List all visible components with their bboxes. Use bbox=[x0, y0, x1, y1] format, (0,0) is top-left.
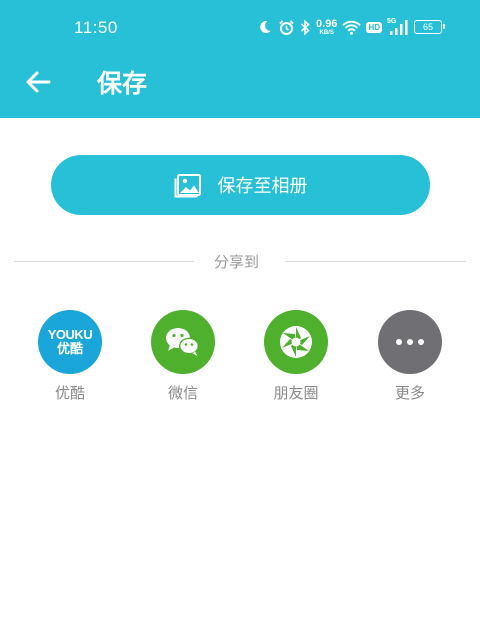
moments-icon bbox=[264, 310, 328, 374]
network-speed: 0.96 KB/S bbox=[316, 17, 338, 36]
battery-indicator: 65 bbox=[414, 20, 445, 34]
share-youku[interactable]: YOUKU 优酷 优酷 bbox=[30, 310, 110, 403]
status-icons: 0.96 KB/S HD 5G 65 bbox=[257, 16, 445, 38]
youku-icon: YOUKU 优酷 bbox=[38, 310, 102, 374]
arrow-left-icon bbox=[26, 71, 51, 93]
share-youku-label: 优酷 bbox=[54, 384, 85, 402]
share-to-label: 分享到 bbox=[214, 253, 260, 271]
nav-bar: 保存 bbox=[0, 56, 480, 118]
save-to-album-button[interactable]: 保存至相册 bbox=[51, 155, 430, 215]
battery-level: 65 bbox=[422, 22, 433, 32]
status-bar: 11:50 0.96 KB/S HD 5G 65 bbox=[0, 0, 480, 56]
divider-line-right bbox=[285, 261, 466, 262]
save-to-album-label: 保存至相册 bbox=[217, 176, 308, 197]
status-time: 11:50 bbox=[74, 18, 118, 37]
top-bar: 11:50 0.96 KB/S HD 5G 65 保存 bbox=[0, 0, 480, 118]
hd-badge: HD bbox=[366, 21, 382, 33]
more-icon bbox=[378, 310, 442, 374]
share-wechat[interactable]: 微信 bbox=[143, 310, 223, 403]
signal-icon: 5G bbox=[387, 18, 409, 36]
share-more[interactable]: 更多 bbox=[370, 310, 450, 403]
share-more-label: 更多 bbox=[394, 384, 425, 402]
page-title: 保存 bbox=[97, 69, 148, 98]
youku-logo-line1: YOUKU bbox=[47, 327, 93, 343]
wifi-icon bbox=[342, 20, 362, 35]
share-options: YOUKU 优酷 优酷 微信 朋友圈 更多 bbox=[0, 310, 480, 410]
gallery-icon bbox=[174, 174, 201, 198]
share-moments-label: 朋友圈 bbox=[273, 384, 319, 402]
wechat-icon bbox=[151, 310, 215, 374]
share-wechat-label: 微信 bbox=[167, 384, 198, 402]
share-moments[interactable]: 朋友圈 bbox=[256, 310, 336, 403]
youku-logo-line2: 优酷 bbox=[56, 341, 83, 356]
moon-icon bbox=[257, 19, 273, 35]
alarm-icon bbox=[278, 19, 295, 36]
bluetooth-icon bbox=[300, 18, 311, 36]
share-divider: 分享到 bbox=[14, 251, 466, 273]
divider-line-left bbox=[14, 261, 194, 262]
network-speed-value: 0.96 bbox=[316, 17, 338, 30]
network-speed-unit: KB/S bbox=[319, 29, 334, 36]
back-button[interactable] bbox=[22, 66, 54, 98]
